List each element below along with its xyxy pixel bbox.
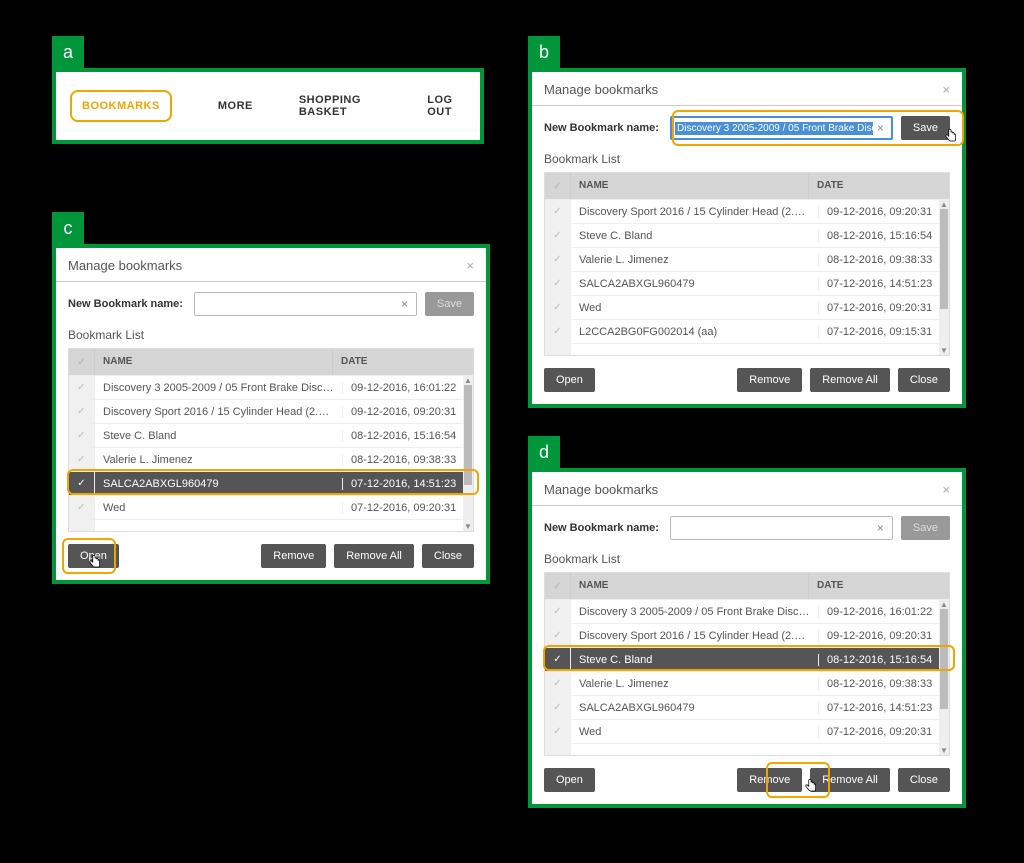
new-bookmark-input[interactable]: × — [194, 292, 417, 316]
table-row[interactable]: ✓ Discovery Sport 2016 / 15 Cylinder Hea… — [545, 199, 949, 223]
new-bookmark-input[interactable]: × — [670, 516, 893, 540]
column-header-check[interactable]: ✓ — [545, 573, 571, 599]
table-row[interactable]: ✓ Steve C. Bland 08-12-2016, 15:16:54 — [545, 647, 949, 671]
nav-more[interactable]: MORE — [218, 100, 253, 112]
table-row[interactable]: ✓ Discovery Sport 2016 / 15 Cylinder Hea… — [69, 399, 473, 423]
close-button[interactable]: Close — [422, 544, 474, 568]
scrollbar[interactable]: ▲ ▼ — [939, 199, 949, 355]
table-row[interactable] — [69, 519, 473, 531]
table-row[interactable]: ✓ Valerie L. Jimenez 08-12-2016, 09:38:3… — [545, 671, 949, 695]
bookmark-list-title: Bookmark List — [68, 328, 474, 342]
panel-letter-a: a — [52, 36, 84, 68]
table-row[interactable]: ✓ Wed 07-12-2016, 09:20:31 — [545, 719, 949, 743]
scrollbar[interactable]: ▲ ▼ — [463, 375, 473, 531]
dialog-title: Manage bookmarks — [68, 258, 182, 273]
panel-letter-c: c — [52, 212, 84, 244]
table-row[interactable]: ✓ Wed 07-12-2016, 09:20:31 — [545, 295, 949, 319]
table-row[interactable]: ✓ Discovery 3 2005-2009 / 05 Front Brake… — [69, 375, 473, 399]
close-button[interactable]: Close — [898, 368, 950, 392]
input-clear-icon[interactable]: × — [873, 521, 888, 535]
new-bookmark-input[interactable]: Discovery 3 2005-2009 / 05 Front Brake D… — [670, 116, 893, 140]
remove-button[interactable]: Remove — [261, 544, 326, 568]
table-row[interactable] — [545, 343, 949, 355]
table-row[interactable]: ✓ L2CCA2BG0FG002014 (aa) 07-12-2016, 09:… — [545, 319, 949, 343]
column-header-name[interactable]: NAME — [571, 173, 809, 199]
scrollbar[interactable]: ▲ ▼ — [939, 599, 949, 755]
table-row[interactable]: ✓ Wed 07-12-2016, 09:20:31 — [69, 495, 473, 519]
remove-all-button[interactable]: Remove All — [810, 768, 890, 792]
open-button[interactable]: Open — [544, 368, 595, 392]
nav-logout[interactable]: LOG OUT — [427, 94, 466, 118]
dialog-title: Manage bookmarks — [544, 482, 658, 497]
dialog-close-button[interactable]: × — [942, 82, 950, 97]
table-row[interactable]: ✓ Discovery 3 2005-2009 / 05 Front Brake… — [545, 599, 949, 623]
bookmark-list-title: Bookmark List — [544, 152, 950, 166]
input-clear-icon[interactable]: × — [397, 297, 412, 311]
panel-letter-d: d — [528, 436, 560, 468]
nav-shopping-basket[interactable]: SHOPPING BASKET — [299, 94, 381, 118]
column-header-check[interactable]: ✓ — [69, 349, 95, 375]
table-row[interactable]: ✓ Discovery Sport 2016 / 15 Cylinder Hea… — [545, 623, 949, 647]
new-bookmark-label: New Bookmark name: — [544, 522, 662, 534]
input-clear-icon[interactable]: × — [873, 121, 888, 135]
nav-bookmarks[interactable]: BOOKMARKS — [70, 90, 172, 122]
table-row[interactable]: ✓ SALCA2ABXGL960479 07-12-2016, 14:51:23 — [545, 695, 949, 719]
new-bookmark-label: New Bookmark name: — [68, 298, 186, 310]
table-row[interactable]: ✓ Steve C. Bland 08-12-2016, 15:16:54 — [69, 423, 473, 447]
remove-all-button[interactable]: Remove All — [810, 368, 890, 392]
open-button[interactable]: Open — [544, 768, 595, 792]
open-button[interactable]: Open — [68, 544, 119, 568]
remove-button[interactable]: Remove — [737, 368, 802, 392]
dialog-title: Manage bookmarks — [544, 82, 658, 97]
remove-all-button[interactable]: Remove All — [334, 544, 414, 568]
new-bookmark-label: New Bookmark name: — [544, 122, 662, 134]
table-row[interactable]: ✓ Steve C. Bland 08-12-2016, 15:16:54 — [545, 223, 949, 247]
save-button[interactable]: Save — [901, 116, 950, 140]
table-row[interactable]: ✓ SALCA2ABXGL960479 07-12-2016, 14:51:23 — [545, 271, 949, 295]
dialog-close-button[interactable]: × — [942, 482, 950, 497]
panel-letter-b: b — [528, 36, 560, 68]
column-header-name[interactable]: NAME — [571, 573, 809, 599]
table-row[interactable]: ✓ SALCA2ABXGL960479 07-12-2016, 14:51:23 — [69, 471, 473, 495]
remove-button[interactable]: Remove — [737, 768, 802, 792]
save-button[interactable]: Save — [425, 292, 474, 316]
bookmark-list-title: Bookmark List — [544, 552, 950, 566]
column-header-date[interactable]: DATE — [809, 173, 939, 199]
table-row[interactable] — [545, 743, 949, 755]
column-header-check[interactable]: ✓ — [545, 173, 571, 199]
save-button[interactable]: Save — [901, 516, 950, 540]
close-button[interactable]: Close — [898, 768, 950, 792]
column-header-date[interactable]: DATE — [333, 349, 463, 375]
dialog-close-button[interactable]: × — [466, 258, 474, 273]
table-row[interactable]: ✓ Valerie L. Jimenez 08-12-2016, 09:38:3… — [69, 447, 473, 471]
table-row[interactable]: ✓ Valerie L. Jimenez 08-12-2016, 09:38:3… — [545, 247, 949, 271]
column-header-name[interactable]: NAME — [95, 349, 333, 375]
new-bookmark-input-value: Discovery 3 2005-2009 / 05 Front Brake D… — [675, 122, 873, 135]
column-header-date[interactable]: DATE — [809, 573, 939, 599]
